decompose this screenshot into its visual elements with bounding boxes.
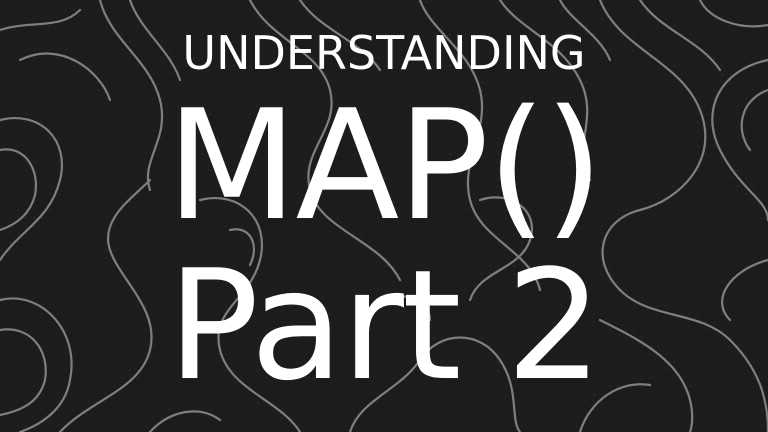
thumbnail-canvas: UNDERSTANDING MAP() Part 2 (0, 0, 768, 432)
title-line-part: Part 2 (167, 237, 602, 414)
title-line-map: MAP() (166, 77, 603, 254)
title-line-understanding: UNDERSTANDING (182, 26, 586, 80)
